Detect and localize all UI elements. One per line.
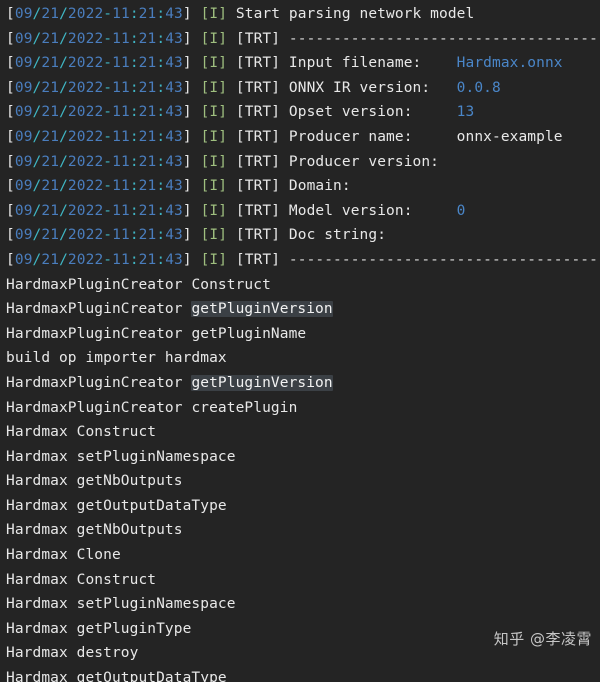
log-line-field: [09/21/2022-11:21:43] [I] [TRT] Producer… bbox=[6, 153, 457, 170]
log-line-plugin-trace: Hardmax setPluginNamespace bbox=[6, 596, 236, 613]
log-line-separator: [09/21/2022-11:21:43] [I] [TRT] --------… bbox=[6, 30, 600, 47]
log-line-separator: [09/21/2022-11:21:43] [I] [TRT] --------… bbox=[6, 251, 600, 268]
log-line-field: [09/21/2022-11:21:43] [I] [TRT] Producer… bbox=[6, 128, 563, 145]
log-line-field: [09/21/2022-11:21:43] [I] [TRT] Domain: bbox=[6, 178, 457, 195]
log-line-container: [09/21/2022-11:21:43] [I] Start parsing … bbox=[6, 2, 600, 682]
log-line-plugin-trace: HardmaxPluginCreator getPluginVersion bbox=[6, 374, 333, 391]
log-line-plugin-trace: Hardmax Clone bbox=[6, 547, 121, 564]
log-line-plugin-trace: HardmaxPluginCreator createPlugin bbox=[6, 399, 298, 416]
terminal-log-view[interactable]: [09/21/2022-11:21:43] [I] Start parsing … bbox=[0, 0, 600, 682]
log-line-plugin-trace: Hardmax getOutputDataType bbox=[6, 497, 227, 514]
search-highlight: getPluginVersion bbox=[191, 301, 333, 318]
log-line-plugin-trace: Hardmax Construct bbox=[6, 424, 157, 441]
log-line-plugin-trace: Hardmax setPluginNamespace bbox=[6, 448, 236, 465]
log-line-plugin-trace: HardmaxPluginCreator getPluginVersion bbox=[6, 301, 333, 318]
search-highlight: getPluginVersion bbox=[191, 374, 333, 391]
log-line-plugin-trace: Hardmax destroy bbox=[6, 645, 139, 662]
log-line-plugin-trace: HardmaxPluginCreator Construct bbox=[6, 276, 271, 293]
log-line-field: [09/21/2022-11:21:43] [I] [TRT] ONNX IR … bbox=[6, 79, 501, 96]
log-line-plugin-trace: Hardmax getNbOutputs bbox=[6, 473, 183, 490]
log-line-plugin-trace: HardmaxPluginCreator getPluginName bbox=[6, 325, 307, 342]
log-line-plugin-trace: Hardmax getNbOutputs bbox=[6, 522, 183, 539]
log-line-field: [09/21/2022-11:21:43] [I] [TRT] Doc stri… bbox=[6, 227, 457, 244]
log-line-field: [09/21/2022-11:21:43] [I] [TRT] Model ve… bbox=[6, 202, 466, 219]
log-line-info: [09/21/2022-11:21:43] [I] Start parsing … bbox=[6, 6, 475, 22]
log-line-plugin-trace: Hardmax getPluginType bbox=[6, 620, 192, 637]
log-line-plugin-trace: Hardmax Construct bbox=[6, 571, 157, 588]
log-line-field: [09/21/2022-11:21:43] [I] [TRT] Input fi… bbox=[6, 55, 563, 72]
log-line-plugin-trace: build op importer hardmax bbox=[6, 350, 227, 367]
log-line-plugin-trace: Hardmax getOutputDataType bbox=[6, 670, 227, 682]
log-line-field: [09/21/2022-11:21:43] [I] [TRT] Opset ve… bbox=[6, 104, 475, 121]
